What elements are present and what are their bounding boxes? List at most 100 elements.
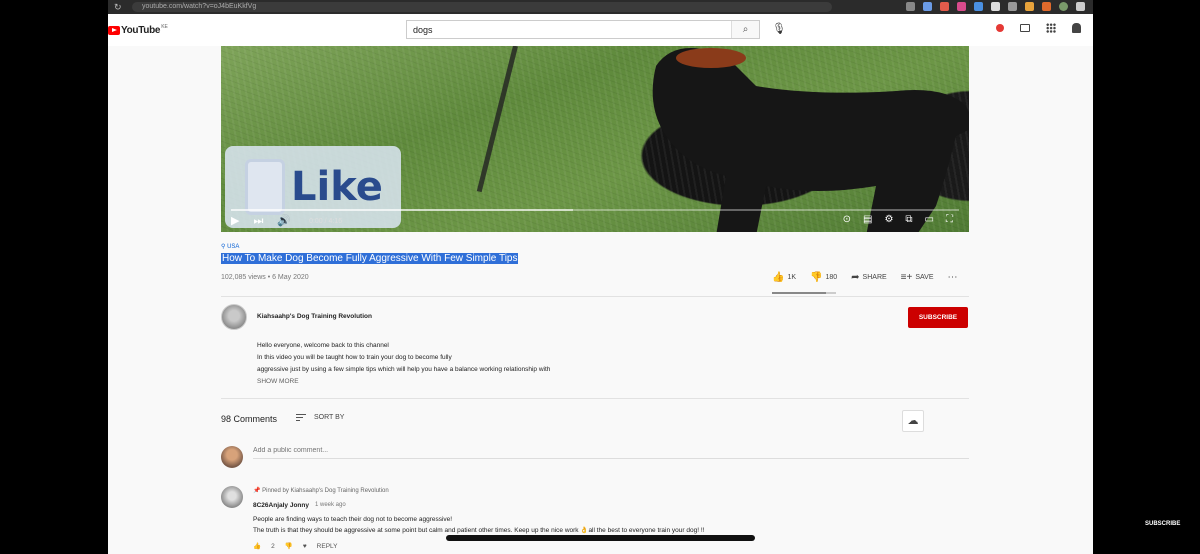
search-box: ⌕ [406, 20, 760, 39]
thumbs-up-icon: 👍 [772, 272, 785, 283]
search-input[interactable] [407, 24, 727, 35]
video-title: How To Make Dog Become Fully Aggressive … [221, 253, 519, 264]
search-icon[interactable]: ⌕ [731, 21, 759, 38]
description-line: aggressive just by using a few simple ti… [257, 366, 551, 373]
share-icon: ➦ [851, 272, 860, 283]
location-pin-icon: ⚲ [221, 244, 226, 250]
thumbs-down-icon: 👎 [810, 272, 823, 283]
divider [221, 398, 969, 399]
save-button[interactable]: ≡+ SAVE [901, 272, 934, 283]
pinned-label: 📌 Pinned by Kiahsaahp's Dog Training Rev… [253, 487, 389, 494]
channel-avatar[interactable] [221, 304, 247, 330]
like-dislike-ratio-bar [772, 292, 836, 294]
youtube-header: YouTube KE ⌕ 🎙 [108, 14, 1093, 46]
creator-heart-icon: ♥ [302, 542, 307, 550]
theater-mode-icon[interactable]: ▭ [925, 214, 934, 225]
video-meta: 102,085 views • 6 May 2020 [221, 274, 309, 281]
comment-actions: 👍 2 👎 ♥ REPLY [253, 542, 338, 551]
extension-icon[interactable] [1042, 2, 1051, 11]
video-player[interactable]: Like ▶ ⏭ 🔊 0:00 / 4:16 ⊙ ▤ ⚙ ⧉ ▭ ⛶ [221, 46, 969, 232]
description-line: In this video you will be taught how to … [257, 354, 452, 361]
region-code: KE [161, 24, 168, 30]
extension-icon[interactable] [940, 2, 949, 11]
sort-icon [296, 414, 306, 421]
more-actions-button[interactable]: ⋯ [948, 272, 958, 283]
loaded-progress [231, 209, 574, 211]
video-actions: 👍 1K 👎 180 ➦ SHARE ≡+ SAVE ⋯ [772, 272, 958, 283]
sort-by-button[interactable]: SORT BY [296, 414, 344, 421]
extension-icon[interactable] [1025, 2, 1034, 11]
comment-text: People are finding ways to teach their d… [253, 514, 704, 536]
apps-grid-icon[interactable] [1046, 23, 1056, 33]
comment-text-line: People are finding ways to teach their d… [253, 516, 453, 523]
extension-icon[interactable] [957, 2, 966, 11]
header-actions [996, 23, 1081, 33]
comment-like-icon[interactable]: 👍 [253, 542, 261, 550]
menu-icon[interactable] [1076, 2, 1085, 11]
more-horizontal-icon: ⋯ [947, 272, 958, 283]
profile-avatar[interactable] [1059, 2, 1068, 11]
share-button[interactable]: ➦ SHARE [851, 272, 887, 283]
thumbs-up-icon [245, 159, 285, 215]
like-ratio-fill [772, 292, 827, 294]
like-overlay-text: Like [291, 164, 383, 210]
browser-toolbar: ↻ youtube.com/watch?v=oJ4bEuKkfVg [108, 0, 1093, 14]
divider [221, 296, 969, 297]
home-indicator[interactable] [446, 535, 755, 541]
extension-icon[interactable] [974, 2, 983, 11]
address-bar[interactable]: youtube.com/watch?v=oJ4bEuKkfVg [132, 2, 832, 12]
comment-time[interactable]: 1 week ago [315, 502, 346, 508]
like-count: 1K [787, 274, 797, 281]
sort-label: SORT BY [314, 414, 345, 421]
time-display: 0:00 / 4:16 [309, 217, 343, 225]
subscribe-button[interactable]: SUBSCRIBE [908, 307, 968, 328]
progress-bar[interactable] [231, 209, 959, 211]
youtube-logo[interactable]: YouTube KE [108, 24, 168, 36]
share-label: SHARE [862, 274, 887, 281]
cloud-icon[interactable]: ☁ [902, 410, 924, 432]
location-tag[interactable]: ⚲ USA [221, 243, 239, 250]
dislike-count: 180 [825, 274, 838, 281]
next-icon[interactable]: ⏭ [253, 214, 263, 228]
save-label: SAVE [915, 274, 934, 281]
extension-icon[interactable] [906, 2, 915, 11]
reply-button[interactable]: REPLY [317, 543, 338, 550]
play-icon[interactable]: ▶ [231, 214, 239, 228]
create-video-icon[interactable] [1020, 24, 1030, 32]
notification-dot-icon[interactable] [996, 24, 1004, 32]
comment-author[interactable]: 8C26Anjaly Jonny [253, 502, 309, 509]
pin-icon: 📌 [253, 488, 261, 494]
autoplay-toggle-icon[interactable]: ⊙ [843, 214, 851, 225]
video-description: Hello everyone, welcome back to this cha… [257, 340, 550, 376]
fullscreen-icon[interactable]: ⛶ [946, 214, 953, 225]
like-button[interactable]: 👍 1K [772, 272, 796, 283]
miniplayer-icon[interactable]: ⧉ [905, 214, 912, 225]
pinned-text: Pinned by Kiahsaahp's Dog Training Revol… [262, 488, 389, 494]
extension-icons [906, 2, 1085, 11]
microphone-icon[interactable]: 🎙 [772, 22, 786, 35]
comment-dislike-icon[interactable]: 👎 [285, 542, 293, 550]
dog-silhouette [652, 48, 969, 232]
subscribe-watermark: SUBSCRIBE [1145, 521, 1181, 527]
comment-like-count: 2 [271, 542, 275, 550]
logo-wordmark: YouTube [121, 24, 161, 36]
youtube-play-icon [108, 25, 120, 35]
playlist-add-icon: ≡+ [900, 272, 913, 283]
subtitles-icon[interactable]: ▤ [863, 214, 872, 225]
settings-gear-icon[interactable]: ⚙ [884, 214, 893, 225]
reload-icon[interactable]: ↻ [114, 2, 124, 13]
extension-icon[interactable] [1008, 2, 1017, 11]
add-comment-input[interactable] [253, 447, 969, 459]
notifications-bell-icon[interactable] [1072, 23, 1081, 33]
channel-name[interactable]: Kiahsaahp's Dog Training Revolution [257, 313, 372, 320]
commenter-avatar[interactable] [221, 486, 243, 508]
player-controls-right: ⊙ ▤ ⚙ ⧉ ▭ ⛶ [843, 214, 953, 225]
dislike-button[interactable]: 👎 180 [810, 272, 837, 283]
player-controls: ▶ ⏭ 🔊 0:00 / 4:16 ⊙ ▤ ⚙ ⧉ ▭ ⛶ [231, 214, 959, 228]
extension-icon[interactable] [923, 2, 932, 11]
volume-icon[interactable]: 🔊 [277, 214, 291, 228]
browser-screen: ↻ youtube.com/watch?v=oJ4bEuKkfVg YouTub… [108, 0, 1093, 554]
extension-icon[interactable] [991, 2, 1000, 11]
show-more-link[interactable]: SHOW MORE [257, 378, 299, 385]
location-label: USA [227, 244, 240, 250]
